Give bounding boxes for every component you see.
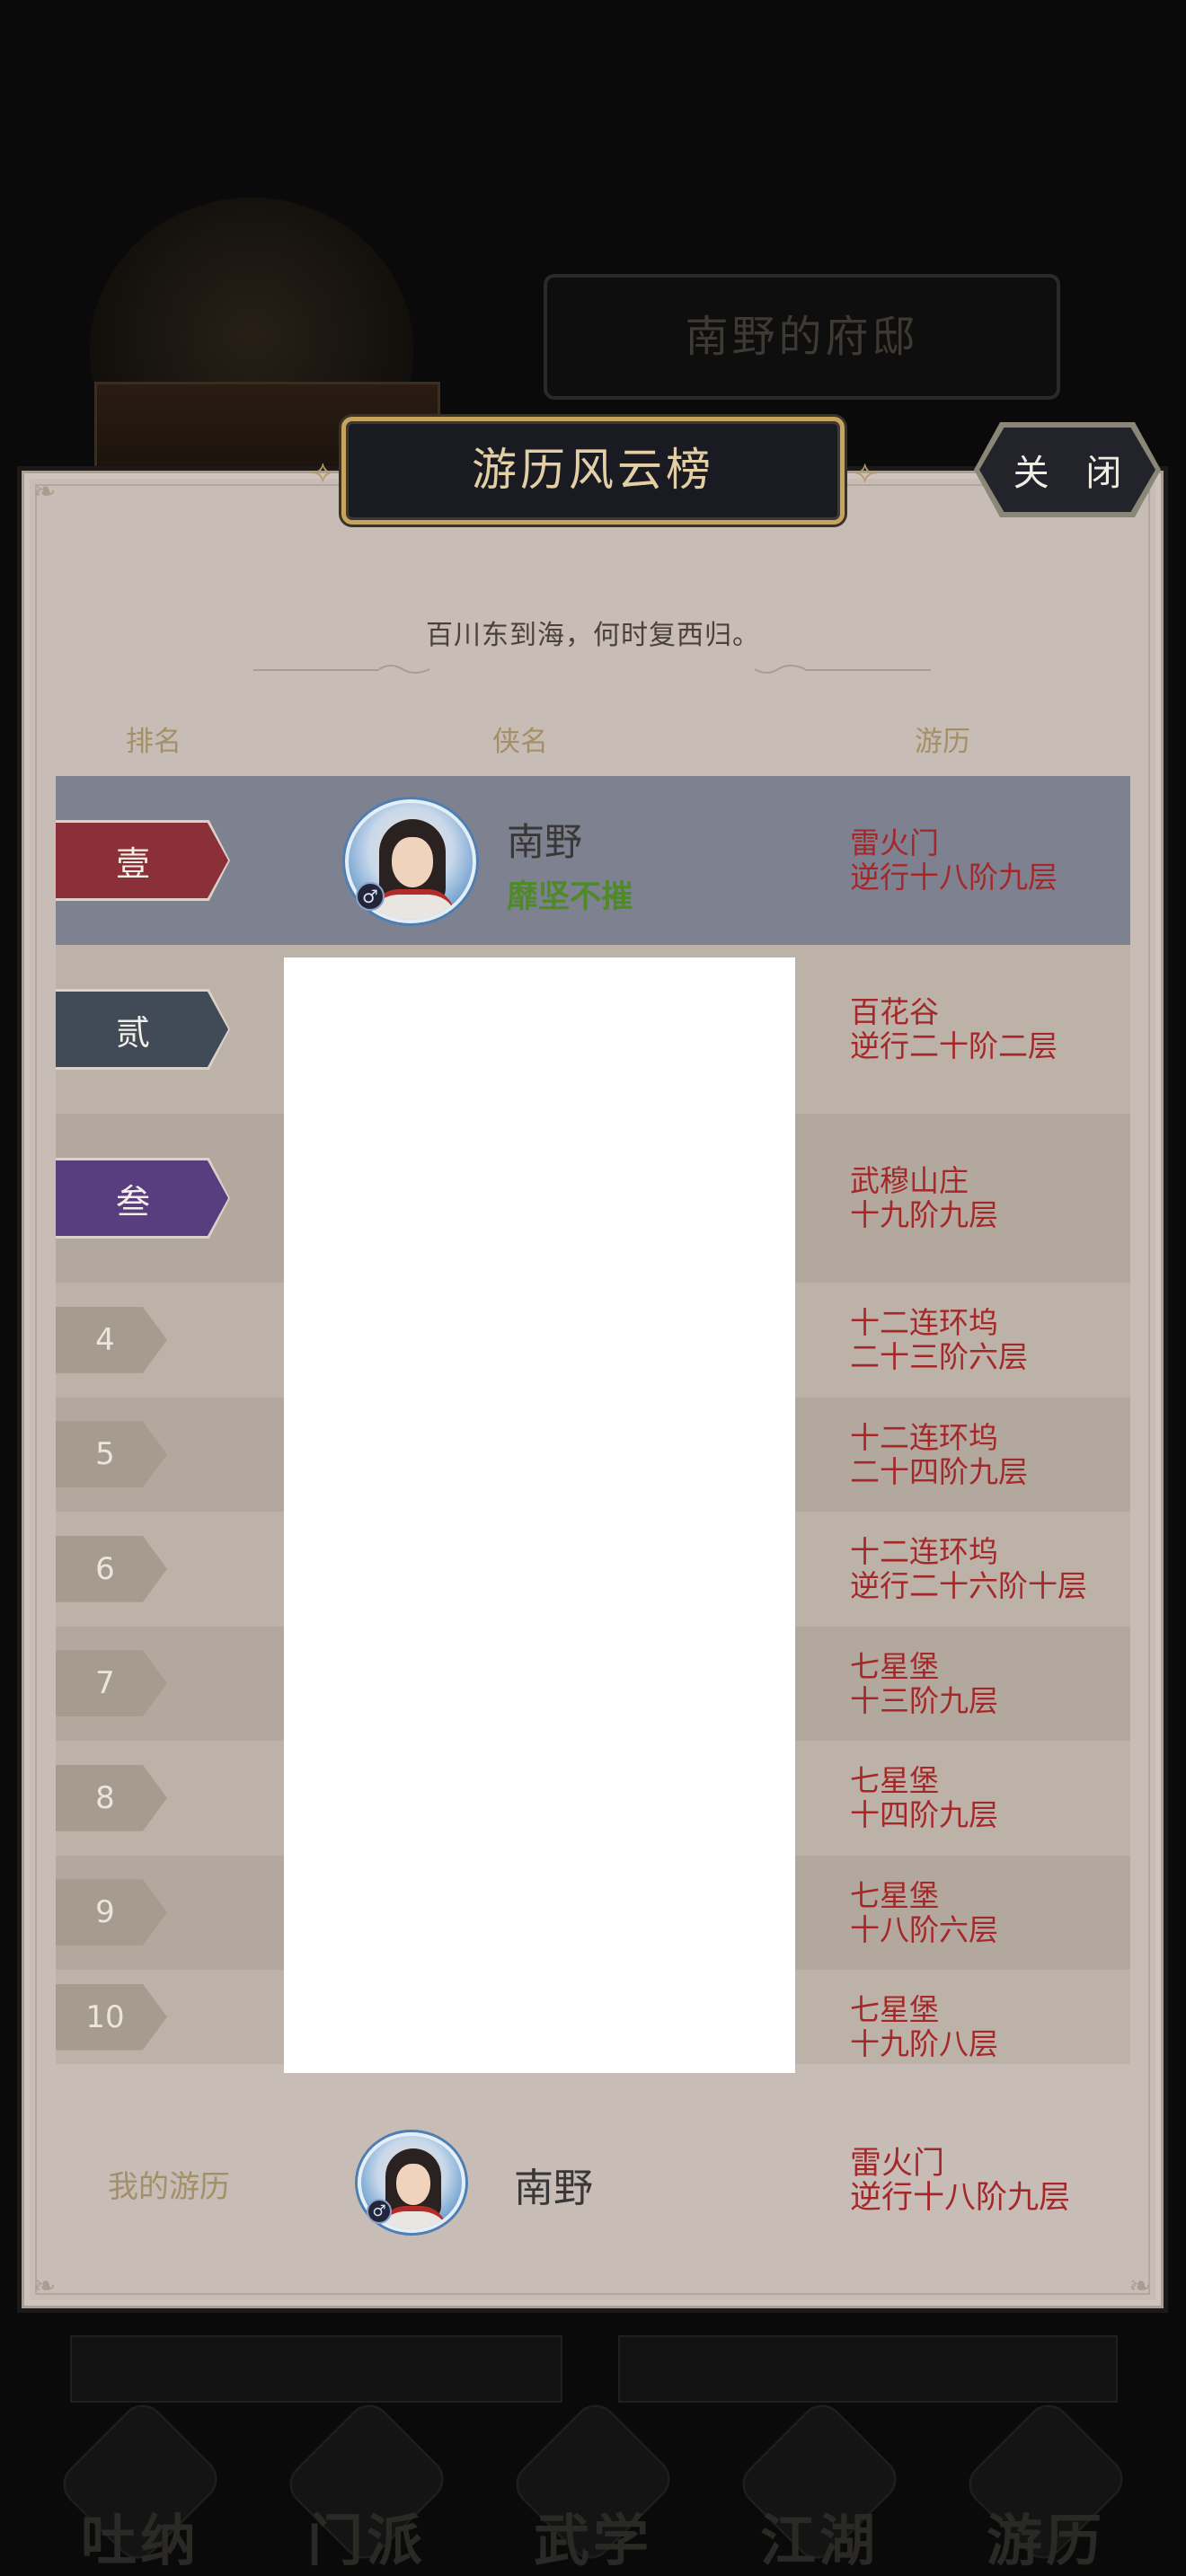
nav-jianghu[interactable]: 江湖: [721, 2395, 918, 2576]
my-name: 南野: [514, 2166, 593, 2211]
my-travel-sect: 雷火门: [850, 2146, 945, 2182]
rank-badge-3: 叁: [56, 1160, 228, 1236]
title-wing-right-icon: ⟣: [854, 454, 878, 490]
travel-sect: 十二连环坞: [850, 1534, 998, 1569]
avatar-face: [392, 837, 433, 887]
travel-stage: 十八阶六层: [850, 1911, 998, 1947]
travel-sect: 七星堡: [850, 1992, 939, 2027]
travel-record: 武穆山庄 十九阶九层: [850, 1164, 998, 1232]
rank-number: 6: [56, 1535, 167, 1602]
rank-number: 4: [56, 1306, 167, 1373]
rank-number: 10: [56, 1983, 167, 2051]
rank-number: 9: [56, 1879, 167, 1946]
nav-sect[interactable]: 门派: [268, 2395, 465, 2576]
travel-record: 七星堡 十三阶九层: [850, 1648, 998, 1718]
travel-record: 雷火门 逆行十八阶九层: [850, 826, 1058, 895]
travel-stage: 二十三阶六层: [850, 1339, 1028, 1374]
player-title: 靡坚不摧: [507, 879, 633, 915]
travel-stage: 二十四阶九层: [850, 1453, 1028, 1489]
modal-title-plate: 游历风云榜: [341, 417, 845, 525]
travel-stage: 逆行二十六阶十层: [850, 1568, 1087, 1603]
rank-badge-2: 贰: [56, 992, 228, 1067]
player-name: 南野: [507, 820, 583, 864]
header-rank: 排名: [126, 726, 181, 758]
travel-sect: 雷火门: [850, 825, 939, 860]
close-button[interactable]: 关 闭: [979, 428, 1155, 512]
male-symbol-icon: ♂: [367, 2199, 392, 2224]
ranking-row[interactable]: 壹 ♂ 南野 靡坚不摧 雷火门 逆行十八阶九层: [56, 776, 1130, 945]
my-travel-label: 我的游历: [108, 2169, 230, 2205]
travel-record: 十二连环坞 二十三阶六层: [850, 1306, 1028, 1374]
travel-record: 七星堡 十四阶九层: [850, 1764, 998, 1832]
modal-subtitle: 百川东到海，何时复西归。: [426, 620, 760, 651]
nav-label: 江湖: [759, 2508, 879, 2573]
travel-record: 百花谷 逆行二十阶二层: [850, 995, 1058, 1063]
rank-badge-1: 壹: [56, 823, 228, 898]
travel-stage: 十九阶八层: [850, 2026, 998, 2061]
nav-label: 吐纳: [80, 2508, 199, 2573]
travel-stage: 十四阶九层: [850, 1797, 998, 1832]
travel-record: 七星堡 十九阶八层: [850, 1993, 998, 2061]
travel-stage: 十九阶九层: [850, 1197, 998, 1232]
subtitle-ornament-right-icon: [754, 665, 806, 674]
avatar-face: [396, 2164, 430, 2205]
header-travel: 游历: [915, 726, 970, 758]
travel-stage: 逆行十八阶九层: [850, 860, 1058, 895]
rank-number: 5: [56, 1421, 167, 1488]
travel-sect: 百花谷: [850, 994, 939, 1029]
nav-label: 武学: [533, 2508, 652, 2573]
travel-record: 七星堡 十八阶六层: [850, 1877, 998, 1947]
close-button-label: 关 闭: [1013, 453, 1135, 494]
travel-sect: 武穆山庄: [850, 1163, 969, 1198]
subtitle-divider-left: [253, 669, 379, 671]
nav-label: 游历: [986, 2508, 1105, 2573]
corner-ornament-icon: ❧: [33, 476, 57, 507]
modal-title: 游历风云榜: [472, 444, 714, 496]
subtitle-ornament-left-icon: [378, 665, 430, 674]
header-name: 侠名: [492, 726, 548, 758]
my-travel-record: 雷火门 逆行十八阶九层: [850, 2147, 1070, 2215]
residence-title: 南野的府邸: [685, 312, 919, 362]
male-symbol-icon: ♂: [356, 882, 385, 911]
travel-sect: 十二连环坞: [850, 1305, 998, 1340]
nav-martial-arts[interactable]: 武学: [494, 2395, 692, 2576]
travel-sect: 十二连环坞: [850, 1419, 998, 1455]
travel-stage: 十三阶九层: [850, 1682, 998, 1718]
nav-travel[interactable]: 游历: [947, 2395, 1145, 2576]
corner-ornament-icon: ❧: [33, 2271, 57, 2302]
rank-number: 8: [56, 1764, 167, 1831]
bottom-navigation: 吐纳 门派 武学 江湖 游历: [0, 2394, 1186, 2576]
travel-sect: 七星堡: [850, 1763, 939, 1798]
my-travel-stage: 逆行十八阶九层: [850, 2180, 1071, 2216]
redacted-area: [284, 957, 795, 2073]
travel-sect: 七星堡: [850, 1877, 939, 1913]
travel-record: 十二连环坞 二十四阶九层: [850, 1419, 1028, 1489]
travel-stage: 逆行二十阶二层: [850, 1028, 1058, 1063]
nav-label: 门派: [306, 2508, 426, 2573]
subtitle-divider-right: [805, 669, 931, 671]
bg-panel-right: [618, 2335, 1118, 2403]
corner-ornament-icon: ❧: [1128, 2271, 1152, 2302]
travel-record: 十二连环坞 逆行二十六阶十层: [850, 1535, 1087, 1603]
bg-panel-left: [70, 2335, 562, 2403]
rank-number: 7: [56, 1650, 167, 1717]
travel-sect: 七星堡: [850, 1648, 939, 1684]
game-screen: 南野的府邸 吐纳 门派 武学 江湖 游历 ❧ ❧ ❧ ❧ ⟢ ⟣: [0, 0, 1186, 2576]
nav-tuna[interactable]: 吐纳: [41, 2395, 239, 2576]
